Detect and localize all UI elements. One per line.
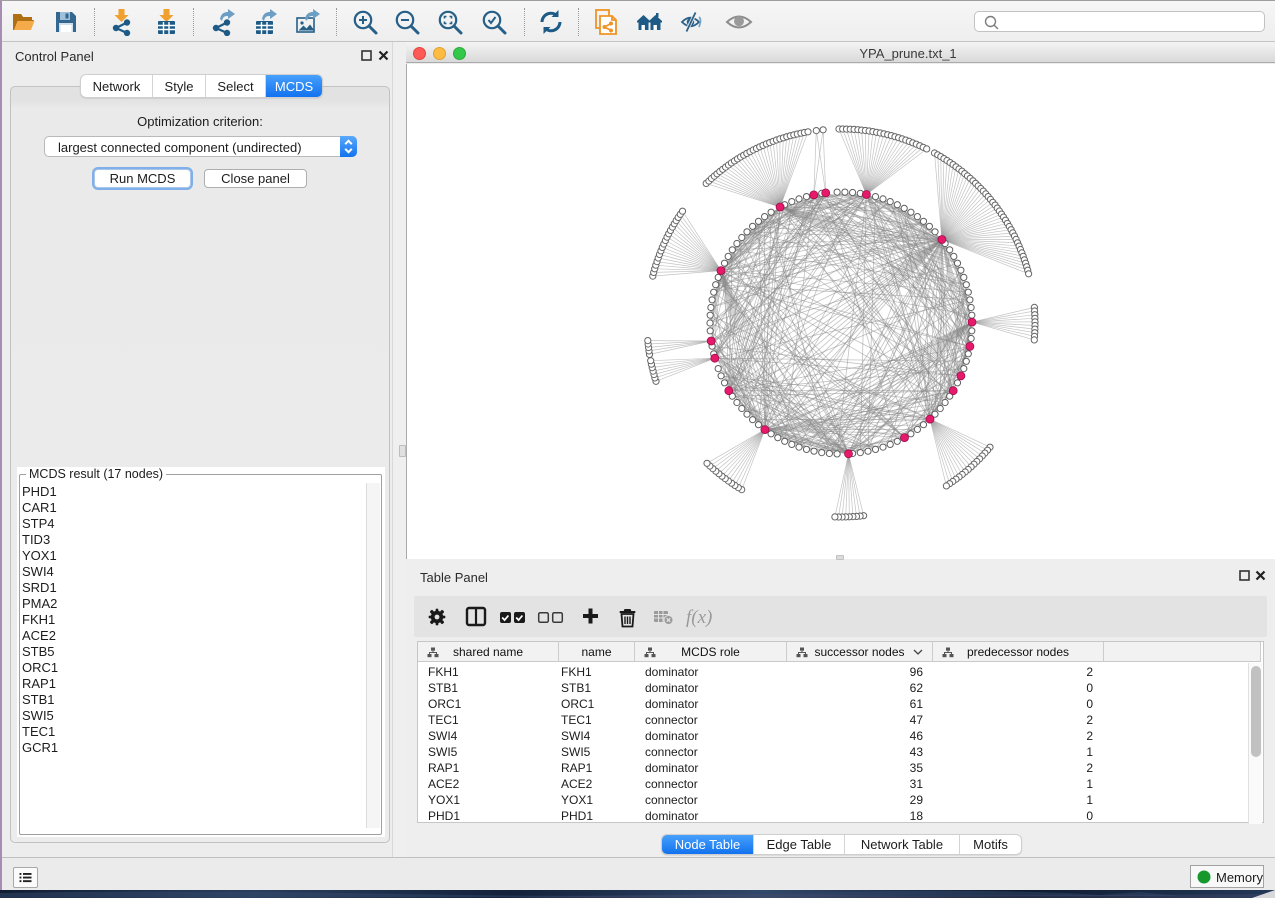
svg-text:f(x): f(x) bbox=[686, 607, 712, 628]
